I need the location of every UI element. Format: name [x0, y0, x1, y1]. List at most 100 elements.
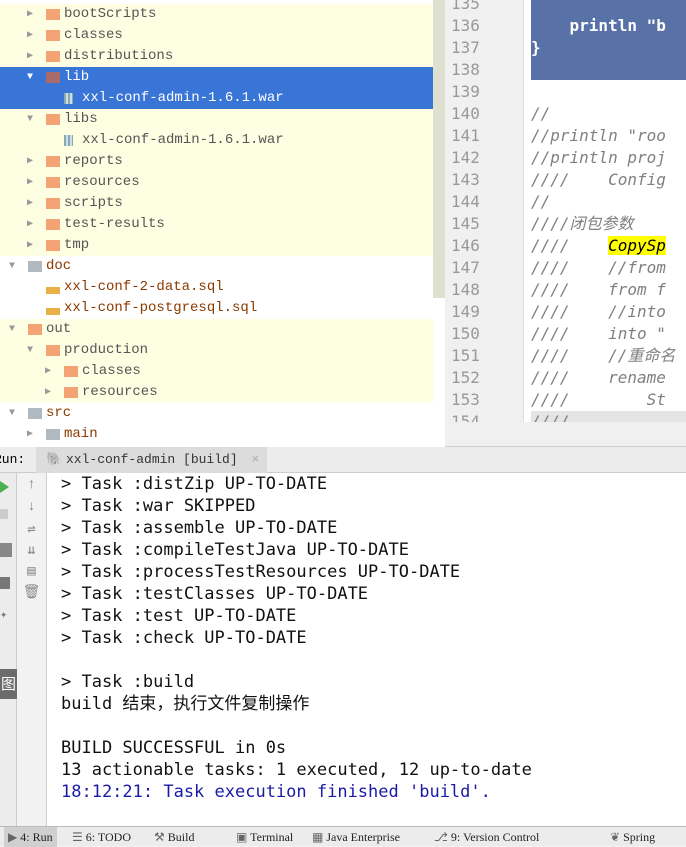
- line-number: 143: [451, 170, 480, 189]
- line-number: 136: [451, 16, 480, 35]
- chevron-down-icon[interactable]: ▼: [27, 67, 33, 88]
- tab-label: xxl-conf-admin [build]: [66, 452, 238, 467]
- chevron-right-icon[interactable]: ▶: [45, 361, 51, 382]
- code-line: ////: [531, 411, 686, 422]
- tree-item[interactable]: ▼ out: [0, 319, 433, 340]
- code-editor[interactable]: 135 136 137 138 139 140 141 142 143 144 145 146 147 1…: [445, 0, 686, 422]
- tree-item-label: scripts: [64, 195, 123, 211]
- layout-icon[interactable]: [0, 577, 10, 589]
- java-enterprise-icon: ▦: [312, 830, 327, 844]
- run-icon: ▶: [8, 830, 21, 844]
- tool-window-button[interactable]: ▦ Java Enterprise: [308, 827, 404, 847]
- tree-item[interactable]: ▶ main: [0, 424, 433, 445]
- tab-run-build[interactable]: 🐘 xxl-conf-admin [build] ×: [36, 447, 268, 473]
- run-actions-bar: ✦ 图: [0, 473, 22, 826]
- tree-item[interactable]: xxl-conf-2-data.sql: [0, 277, 433, 298]
- chevron-right-icon[interactable]: ▶: [45, 382, 51, 403]
- chevron-down-icon[interactable]: ▼: [9, 403, 15, 424]
- code-line: //// CopySp: [531, 235, 666, 257]
- tree-item-label: classes: [82, 363, 141, 379]
- close-icon[interactable]: ×: [251, 452, 259, 467]
- tool-window-button[interactable]: ⚒ Build: [150, 827, 198, 847]
- tool-window-button[interactable]: ❦ Spring: [606, 827, 659, 847]
- tool-window-button[interactable]: ▶ 4: Run: [4, 827, 57, 847]
- line-gutter: 135 136 137 138 139 140 141 142 143 144 145 146 147 1…: [445, 0, 524, 422]
- tree-item[interactable]: xxl-conf-postgresql.sql: [0, 298, 433, 319]
- code-line: //// rename: [531, 368, 666, 387]
- restore-layout-icon[interactable]: [0, 543, 12, 557]
- chevron-down-icon[interactable]: ▼: [27, 340, 33, 361]
- code-line: ////闭包参数: [531, 214, 634, 233]
- tree-item[interactable]: xxl-conf-admin-1.6.1.war: [0, 130, 433, 151]
- arrow-up-icon[interactable]: ↑: [17, 477, 46, 493]
- print-icon[interactable]: ▤: [17, 563, 46, 580]
- console-line: > Task :compileTestJava UP-TO-DATE: [61, 540, 409, 560]
- rerun-icon[interactable]: [0, 481, 9, 493]
- chevron-right-icon[interactable]: ▶: [27, 424, 33, 445]
- tool-window-label: Spring: [623, 830, 656, 844]
- chevron-right-icon[interactable]: ▶: [27, 193, 33, 214]
- line-number: 140: [451, 104, 480, 123]
- chevron-down-icon[interactable]: ▼: [27, 109, 33, 130]
- folder-icon: [46, 30, 60, 41]
- folder-icon: [46, 72, 60, 83]
- tree-item[interactable]: ▶ resources: [0, 172, 433, 193]
- tree-item[interactable]: ▶ tmp: [0, 235, 433, 256]
- folder-icon: [28, 408, 42, 419]
- tree-item[interactable]: ▼ libs: [0, 109, 433, 130]
- soft-wrap-icon[interactable]: ⇌: [17, 521, 46, 538]
- folder-icon: [46, 156, 60, 167]
- tree-item[interactable]: ▼ production: [0, 340, 433, 361]
- line-number: 150: [451, 324, 480, 343]
- tree-item[interactable]: ▼ src: [0, 403, 433, 424]
- tree-item-label: out: [46, 321, 72, 337]
- folder-icon: [28, 261, 42, 272]
- chevron-right-icon[interactable]: ▶: [27, 4, 33, 25]
- tree-item-label: xxl-conf-2-data.sql: [64, 279, 224, 295]
- chevron-right-icon[interactable]: ▶: [27, 214, 33, 235]
- line-number: 141: [451, 126, 480, 145]
- tree-item[interactable]: ▶ bootScripts: [0, 4, 433, 25]
- tree-item[interactable]: ▶ test-results: [0, 214, 433, 235]
- sql-file-icon: [46, 308, 60, 315]
- chevron-right-icon[interactable]: ▶: [27, 25, 33, 46]
- pin-icon[interactable]: ✦: [0, 607, 7, 622]
- tree-item[interactable]: ▼ lib: [0, 67, 445, 88]
- arrow-down-icon[interactable]: ↓: [17, 499, 46, 515]
- editor-scrollbar[interactable]: [445, 422, 686, 447]
- folder-icon: [46, 240, 60, 251]
- tree-item[interactable]: ▶ reports: [0, 151, 433, 172]
- project-tree: ▶ bootScripts ▶ classes ▶ distributions ▼ lib xx…: [0, 0, 445, 447]
- scroll-to-end-icon[interactable]: ⇊: [17, 542, 46, 559]
- tool-window-button[interactable]: ▣ Terminal: [232, 827, 297, 847]
- tree-item[interactable]: ▶ distributions: [0, 46, 433, 67]
- console-output[interactable]: > Task :distZip UP-TO-DATE > Task :war SK…: [47, 473, 686, 826]
- folder-icon: [28, 324, 42, 335]
- tree-item[interactable]: ▶ resources: [0, 382, 433, 403]
- chevron-right-icon[interactable]: ▶: [27, 151, 33, 172]
- tree-scrollbar[interactable]: [433, 0, 445, 298]
- chevron-right-icon[interactable]: ▶: [27, 172, 33, 193]
- folder-icon: [46, 219, 60, 230]
- tool-window-button[interactable]: ⎇ 9: Version Control: [430, 827, 543, 847]
- tool-window-button[interactable]: ☰ 6: TODO: [68, 827, 135, 847]
- folder-icon: [46, 345, 60, 356]
- tree-item[interactable]: ▶ classes: [0, 361, 433, 382]
- chevron-down-icon[interactable]: ▼: [9, 319, 15, 340]
- tree-item[interactable]: ▶ scripts: [0, 193, 433, 214]
- chevron-down-icon[interactable]: ▼: [9, 256, 15, 277]
- console-line: > Task :war SKIPPED: [61, 496, 256, 516]
- tree-item-label: production: [64, 342, 149, 358]
- tree-item[interactable]: ▼ doc: [0, 256, 433, 277]
- stop-icon[interactable]: [0, 509, 8, 519]
- code-line: //println "roo: [531, 126, 666, 145]
- code-line: //// St: [531, 390, 666, 409]
- line-number: 153: [451, 390, 480, 409]
- tree-item[interactable]: ▶ classes: [0, 25, 433, 46]
- chevron-right-icon[interactable]: ▶: [27, 46, 33, 67]
- trash-icon[interactable]: 🗑: [17, 584, 46, 601]
- tree-item[interactable]: xxl-conf-admin-1.6.1.war: [0, 88, 445, 109]
- chevron-right-icon[interactable]: ▶: [27, 235, 33, 256]
- tree-item-label: main: [64, 426, 98, 442]
- tool-window-bar: ▶ 4: Run ☰ 6: TODO ⚒ Build ▣ Terminal ▦ Java…: [0, 826, 686, 847]
